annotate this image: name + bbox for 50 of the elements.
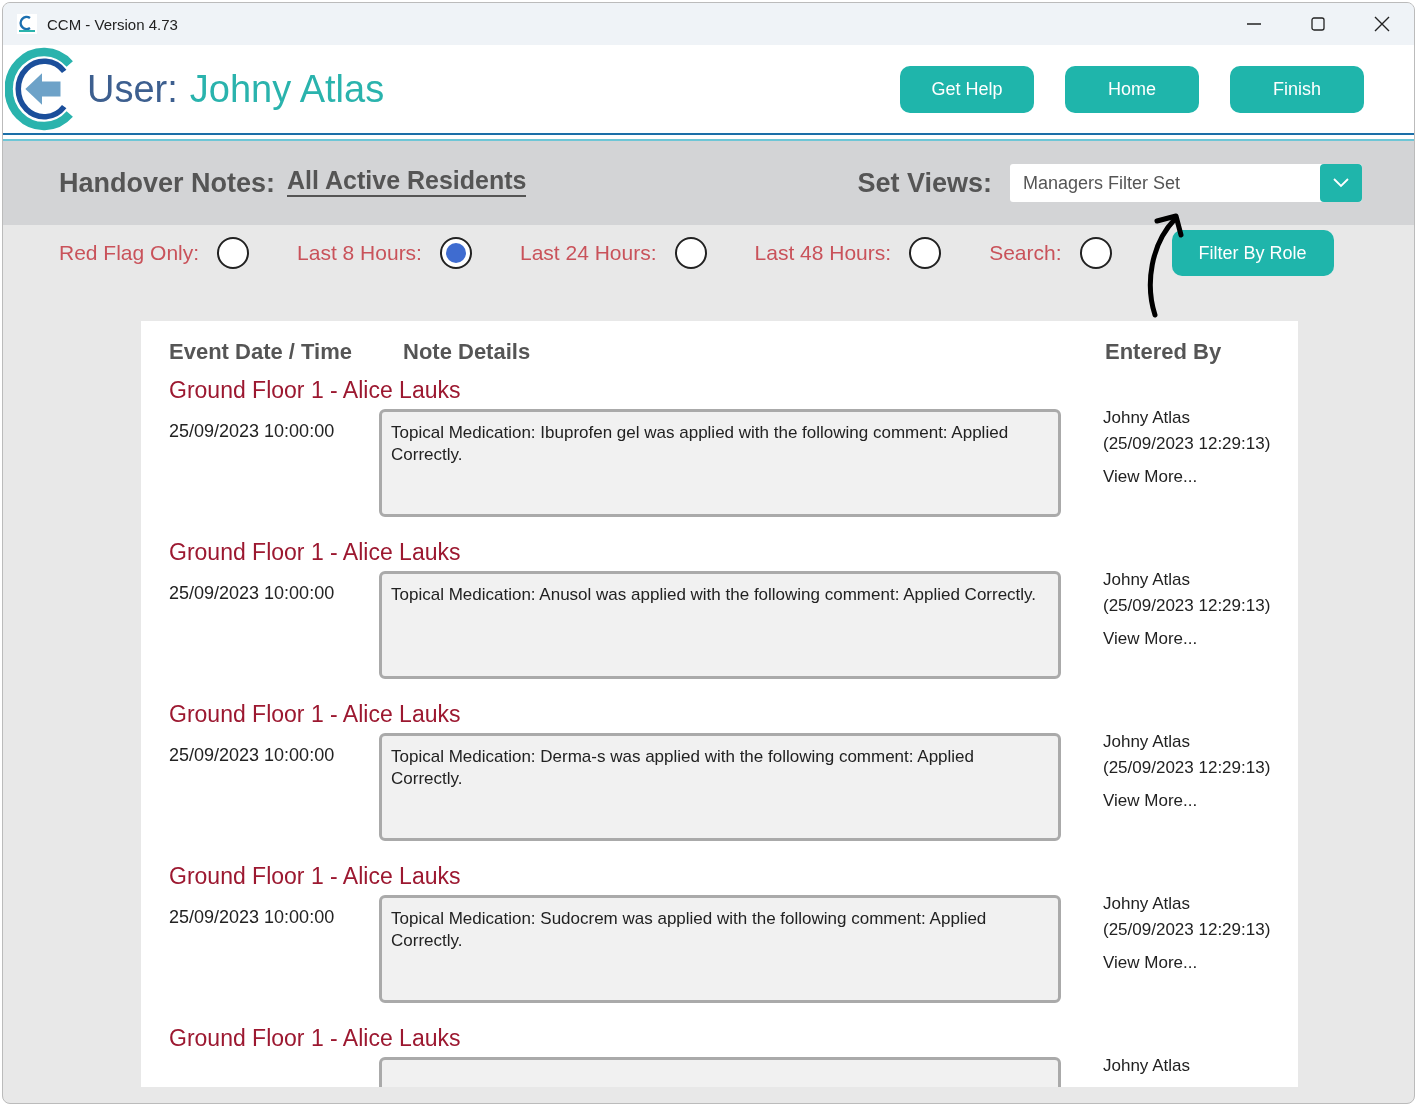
resident-heading: Ground Floor 1 - Alice Lauks [168, 1024, 462, 1053]
view-more-link[interactable]: View More... [1103, 953, 1271, 973]
handover-notes-title: Handover Notes: [59, 167, 276, 199]
app-logo-icon [17, 14, 37, 34]
resident-heading: Ground Floor 1 - Alice Lauks [168, 376, 462, 405]
maximize-icon[interactable] [1310, 16, 1326, 32]
note-box: Topical Medication: Sudocrem was applied with the following comment: Applied Correctly. [379, 895, 1061, 1003]
resident-heading: Ground Floor 1 - Alice Lauks [168, 538, 462, 567]
entered-time: (25/09/2023 12:29:13) [1103, 595, 1271, 617]
entered-by-name: Johny Atlas [1103, 407, 1191, 429]
filter-option-label: Search: [989, 241, 1062, 265]
filter-option-label: Last 8 Hours: [297, 241, 422, 265]
user-label: User: [87, 67, 178, 111]
set-views-label: Set Views: [857, 167, 992, 199]
note-box: Topical Medication: Ibuprofen gel was applied with the following comment: Applied Correctly. [379, 409, 1061, 517]
user-name: Johny Atlas [189, 67, 385, 111]
entered-by-name: Johny Atlas [1103, 731, 1191, 753]
filter-option-label: Last 48 Hours: [754, 241, 892, 265]
event-datetime: 25/09/2023 10:00:00 [169, 745, 335, 765]
entered-by-name: Johny Atlas [1103, 569, 1191, 591]
view-more-link[interactable]: View More... [1103, 629, 1271, 649]
event-datetime: 25/09/2023 10:00:00 [169, 421, 335, 441]
filter-option-label: Last 24 Hours: [519, 241, 657, 265]
resident-heading: Ground Floor 1 - Alice Lauks [168, 700, 462, 729]
entered-time: (25/09/2023 12:29:13) [1103, 433, 1271, 455]
resident-heading: Ground Floor 1 - Alice Lauks [168, 862, 462, 891]
entered-by-name: Johny Atlas [1103, 893, 1191, 915]
view-more-link[interactable]: View More... [1103, 791, 1271, 811]
radio-button[interactable] [217, 237, 250, 269]
filter-option-label: Red Flag Only: [59, 241, 200, 265]
radio-button[interactable] [439, 237, 472, 269]
event-datetime: 25/09/2023 10:00:00 [169, 583, 335, 603]
event-datetime: 25/09/2023 10:00:00 [169, 907, 335, 927]
chevron-down-icon [1333, 178, 1349, 188]
entered-time: (25/09/2023 12:29:13) [1103, 757, 1271, 779]
column-header: Event Date / Time [169, 339, 353, 365]
radio-button[interactable] [674, 237, 707, 269]
radio-button[interactable] [1079, 237, 1112, 269]
entered-time: (25/09/2023 12:29:13) [1103, 919, 1271, 941]
scope-link[interactable]: All Active Residents [287, 165, 527, 197]
entered-by-name: Johny Atlas [1103, 1055, 1190, 1077]
close-icon[interactable] [1374, 16, 1390, 32]
views-dropdown[interactable]: Managers Filter Set [1010, 164, 1362, 202]
view-more-link[interactable]: View More... [1103, 467, 1271, 487]
note-box: Topical Medication: Anusol was applied with the following comment: Applied Correctly. [379, 571, 1061, 679]
note-box: Topical Medication: Derma-s was applied with the following comment: Applied Correctly. [379, 733, 1061, 841]
column-header: Note Details [403, 339, 532, 365]
radio-button[interactable] [909, 237, 942, 269]
column-header: Entered By [1105, 339, 1222, 365]
window-title: CCM - Version 4.73 [47, 15, 178, 33]
